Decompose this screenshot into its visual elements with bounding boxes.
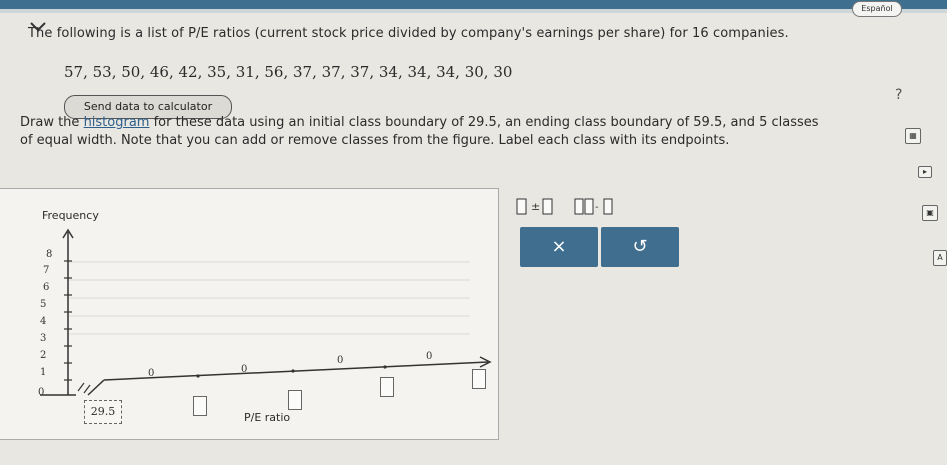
remove-class-button[interactable]: - [574, 196, 614, 220]
svg-text:±: ± [531, 200, 540, 213]
start-boundary-input[interactable]: 29.5 [84, 400, 122, 424]
top-bar-shadow [0, 9, 947, 13]
class-boundary-input[interactable] [472, 369, 486, 389]
class-count-label[interactable]: 0 [241, 364, 247, 375]
undo-button[interactable]: ↺ [601, 227, 679, 267]
clear-button[interactable]: × [520, 227, 598, 267]
grid-icon[interactable]: ▣ [922, 205, 938, 221]
histogram-link[interactable]: histogram [84, 115, 150, 130]
instructions-line2: of equal width. Note that you can add or… [20, 133, 730, 148]
instructions-suffix: for these data using an initial class bo… [149, 115, 819, 130]
add-class-button[interactable]: ± [516, 196, 554, 220]
language-toggle-button[interactable]: Español [852, 1, 902, 17]
y-tick-label: 7 [43, 265, 50, 276]
y-tick-label: 0 [38, 387, 45, 398]
y-tick-label: 6 [43, 282, 50, 293]
play-icon[interactable]: ▸ [918, 166, 932, 178]
help-icon[interactable]: ? [895, 87, 902, 103]
y-tick-label: 3 [40, 333, 47, 344]
y-tick-label: 1 [40, 367, 47, 378]
instructions: Draw the histogram for these data using … [20, 114, 819, 150]
remove-class-icon: - [574, 198, 613, 215]
y-tick-label: 8 [46, 249, 53, 260]
svg-text:-: - [595, 202, 599, 213]
class-count-label[interactable]: 0 [337, 355, 343, 366]
question-text: The following is a list of P/E ratios (c… [28, 26, 789, 41]
y-tick-label: 5 [40, 299, 47, 310]
class-boundary-input[interactable] [193, 396, 207, 416]
class-count-label[interactable]: 0 [426, 351, 432, 362]
y-tick-label: 4 [40, 316, 47, 327]
class-boundary-input[interactable] [380, 377, 394, 397]
y-axis-label: Frequency [42, 209, 99, 222]
class-boundary-input[interactable] [288, 390, 302, 410]
instructions-prefix: Draw the [20, 115, 84, 130]
calculator-icon[interactable]: ▦ [905, 128, 921, 144]
top-bar [0, 0, 947, 9]
histogram-axes [40, 228, 492, 396]
class-count-label[interactable]: 0 [148, 368, 154, 379]
x-axis-label: P/E ratio [244, 411, 291, 424]
add-class-icon: ± [516, 198, 553, 215]
y-tick-label: 2 [40, 350, 47, 361]
text-size-icon[interactable]: A [933, 250, 947, 266]
data-values: 57, 53, 50, 46, 42, 35, 31, 56, 37, 37, … [64, 63, 513, 81]
